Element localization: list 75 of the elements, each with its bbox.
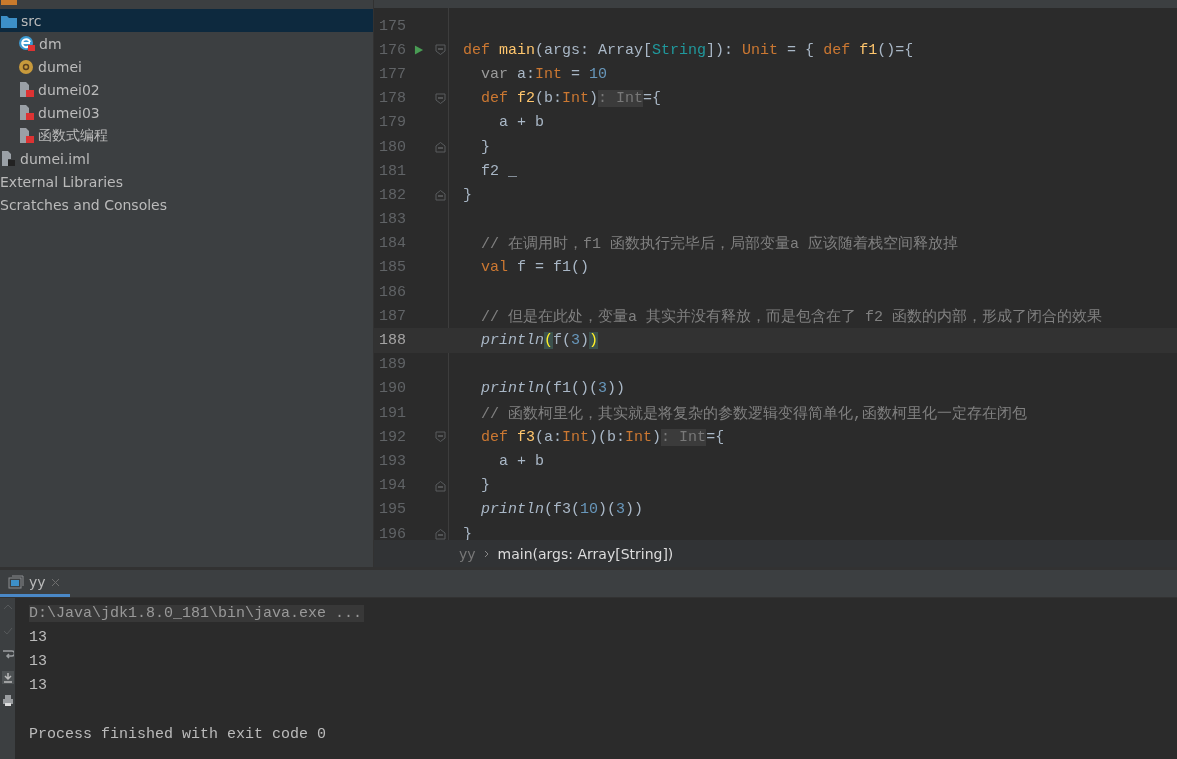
close-icon[interactable] xyxy=(50,577,60,587)
code-text: } xyxy=(480,477,490,495)
tree-item[interactable]: External Libraries xyxy=(0,170,373,193)
file-icon xyxy=(18,104,35,121)
code-text: println(f3(10)(3)) xyxy=(480,501,644,519)
code-text: def f3(a:Int)(b:Int): Int={ xyxy=(480,428,725,446)
tree-item[interactable]: Scratches and Consoles xyxy=(0,193,373,216)
code-text: println(f1()(3)) xyxy=(480,380,626,398)
code-text: println(f(3)) xyxy=(480,332,599,350)
console-output: 13 xyxy=(29,677,47,695)
line-number: 178 xyxy=(378,90,406,108)
tree-item[interactable]: dumei03 xyxy=(0,101,373,124)
run-icon[interactable] xyxy=(414,44,424,57)
code-text: } xyxy=(480,138,490,156)
code-text: a + b xyxy=(498,114,544,132)
tree-item[interactable]: dumei.iml xyxy=(0,147,373,170)
console-output: 13 xyxy=(29,652,47,670)
tree-item[interactable]: dumei02 xyxy=(0,78,373,101)
line-number: 189 xyxy=(378,356,406,374)
code-text: a + b xyxy=(498,452,544,470)
package-icon xyxy=(18,58,35,75)
line-number: 188 xyxy=(378,332,406,350)
line-number: 180 xyxy=(378,138,406,156)
tree-item[interactable]: src xyxy=(0,9,373,32)
file-icon xyxy=(0,150,17,167)
line-number: 195 xyxy=(378,501,406,519)
line-number: 190 xyxy=(378,380,406,398)
code-text: // 函数柯里化，其实就是将复杂的参数逻辑变得简单化,函数柯里化一定存在闭包 xyxy=(480,404,1027,423)
line-number: 193 xyxy=(378,452,406,470)
code-text: val f = f1() xyxy=(480,259,590,277)
line-number: 194 xyxy=(378,477,406,495)
line-number: 192 xyxy=(378,428,406,446)
fold-icon[interactable] xyxy=(434,479,446,492)
line-number: 177 xyxy=(378,65,406,83)
code-text: def f2(b:Int): Int={ xyxy=(480,90,662,108)
print-icon[interactable] xyxy=(1,694,14,707)
line-number: 181 xyxy=(378,162,406,180)
fold-icon[interactable] xyxy=(434,141,446,154)
line-number: 183 xyxy=(378,211,406,229)
code-text: // 在调用时，f1 函数执行完毕后，局部变量a 应该随着栈空间释放掉 xyxy=(480,234,958,254)
download-icon[interactable] xyxy=(1,671,14,684)
file-icon xyxy=(18,127,35,144)
line-number: 179 xyxy=(378,114,406,132)
breadcrumb[interactable]: main(args: Array[String]) xyxy=(497,545,674,562)
line-number: 182 xyxy=(378,186,406,204)
tree-item[interactable]: dm xyxy=(0,32,373,55)
line-number: 176 xyxy=(378,41,406,59)
tree-item[interactable]: 函数式编程 xyxy=(0,124,373,147)
fold-icon[interactable] xyxy=(434,431,446,444)
fold-icon[interactable] xyxy=(434,44,446,57)
code-text: var a:Int = 10 xyxy=(480,65,608,83)
object-icon xyxy=(18,35,36,52)
fold-icon[interactable] xyxy=(434,528,446,540)
code-text: } xyxy=(462,525,472,540)
code-text: f2 _ xyxy=(480,162,517,180)
console-icon xyxy=(8,575,24,589)
line-number: 187 xyxy=(378,307,406,325)
fold-icon[interactable] xyxy=(434,189,446,202)
code-text: } xyxy=(462,186,472,204)
line-number: 191 xyxy=(378,404,406,422)
wrap-icon[interactable] xyxy=(1,648,14,661)
chevron-icon xyxy=(483,549,490,558)
fold-icon[interactable] xyxy=(434,92,446,105)
line-number: 185 xyxy=(378,259,406,277)
tree-item[interactable]: dumei xyxy=(0,55,373,78)
code-text: // 但是在此处，变量a 其实并没有释放，而是包含在了 f2 函数的内部，形成了闭合的效果 xyxy=(480,307,1103,326)
line-number: 196 xyxy=(378,525,406,540)
code-text: def main(args: Array[String]): Unit = { def f1()={ xyxy=(462,41,914,59)
line-number: 186 xyxy=(378,283,406,301)
line-number: 175 xyxy=(378,17,406,35)
line-number: 184 xyxy=(378,235,406,253)
breadcrumb[interactable]: yy xyxy=(459,545,476,562)
console-output: Process finished with exit code 0 xyxy=(29,725,327,743)
console-output: 13 xyxy=(29,628,47,646)
file-icon xyxy=(18,81,35,98)
